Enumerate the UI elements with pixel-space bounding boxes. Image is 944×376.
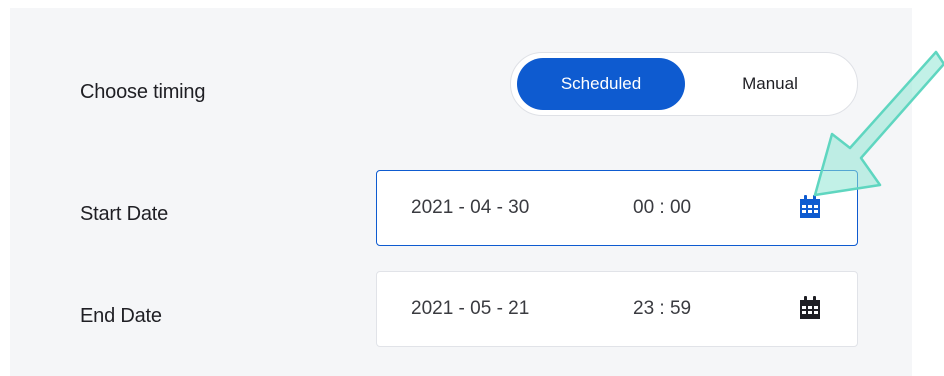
end-date-calendar-button[interactable] [799, 296, 821, 320]
end-date-field[interactable]: 2021 - 05 - 21 23 : 59 [376, 271, 858, 347]
timing-settings-panel: Choose timing Scheduled Manual Start Dat… [10, 8, 912, 376]
timing-toggle: Scheduled Manual [510, 52, 858, 116]
end-date-label: End Date [80, 305, 162, 327]
scheduled-option-button[interactable]: Scheduled [517, 58, 685, 110]
start-date-calendar-button[interactable] [799, 195, 821, 219]
calendar-icon [800, 195, 820, 218]
calendar-icon [800, 296, 820, 319]
end-time-value: 23 : 59 [633, 298, 692, 319]
start-date-value: 2021 - 04 - 30 [411, 197, 530, 218]
start-date-label: Start Date [80, 203, 169, 225]
end-date-value: 2021 - 05 - 21 [411, 298, 530, 319]
choose-timing-label: Choose timing [80, 81, 206, 103]
start-time-value: 00 : 00 [633, 197, 692, 218]
manual-option-button[interactable]: Manual [687, 58, 853, 110]
start-date-field[interactable]: 2021 - 04 - 30 00 : 00 [376, 170, 858, 246]
